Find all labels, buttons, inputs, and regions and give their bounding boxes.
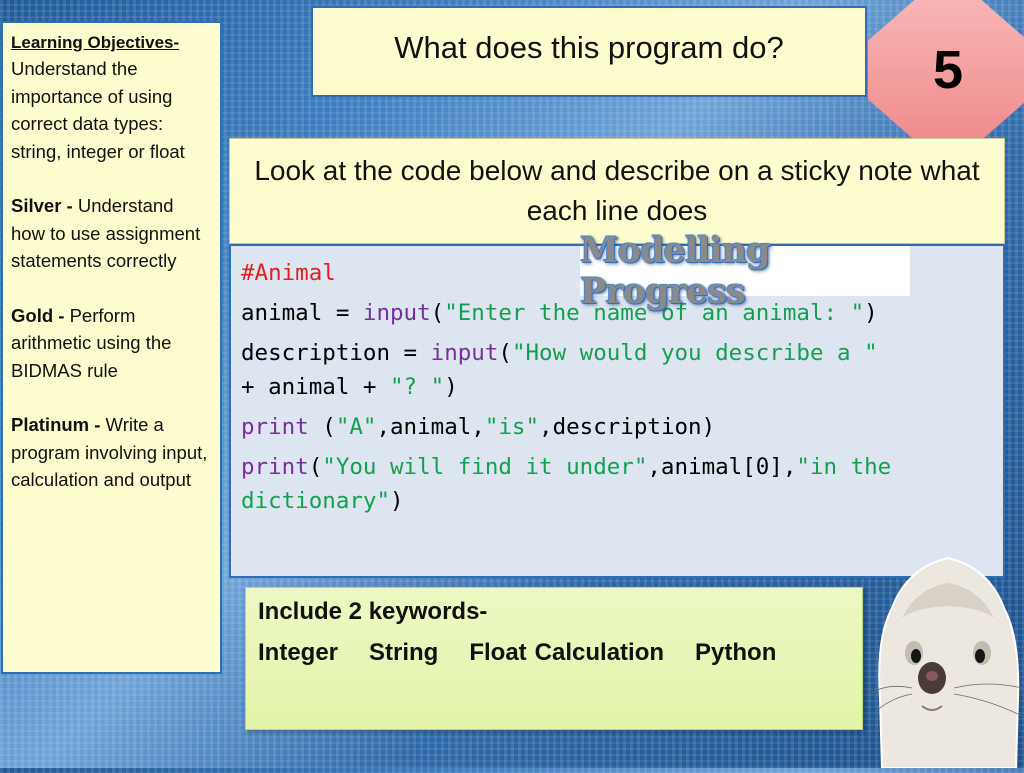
keywords-title: Include 2 keywords- xyxy=(258,598,488,625)
code-line: print ("A",animal,"is",description) xyxy=(241,410,993,444)
code-token: ( xyxy=(498,340,512,366)
code-token: ,animal, xyxy=(376,414,485,440)
objectives-intro: Understand the importance of using corre… xyxy=(11,58,185,162)
objective-silver: Silver - Understand how to use assignmen… xyxy=(11,192,212,275)
string-token: "You will find it under" xyxy=(322,454,648,480)
comment-token: #Animal xyxy=(241,260,336,286)
keywords-list: Integer String Float Calculation Python xyxy=(258,637,850,669)
learning-objectives-panel: Learning Objectives- Understand the impo… xyxy=(1,21,222,674)
ferret-image xyxy=(871,548,1024,769)
keyword: Python xyxy=(695,639,777,666)
keywords-box: Include 2 keywords- Integer String Float… xyxy=(245,587,863,730)
logo-text: Modelling Progress xyxy=(580,230,771,312)
objective-level: Platinum - xyxy=(11,414,101,435)
keyword: Calculation xyxy=(534,639,665,666)
code-line: description = input("How would you descr… xyxy=(241,336,993,404)
keyword: String xyxy=(369,639,439,666)
modelling-progress-logo: Modelling Progress xyxy=(580,230,910,312)
ferret-icon xyxy=(871,556,1023,769)
code-token: + animal + xyxy=(241,374,377,400)
slide-number: 5 xyxy=(932,40,964,100)
objective-platinum: Platinum - Write a program involving inp… xyxy=(11,411,212,494)
code-token: ) xyxy=(390,488,404,514)
code-token: ( xyxy=(308,454,323,480)
function-token: input xyxy=(362,300,431,326)
objectives-heading: Learning Objectives- xyxy=(11,33,180,52)
string-token: "? " xyxy=(390,374,445,400)
string-token: "is" xyxy=(484,414,540,440)
keyword: Float xyxy=(469,639,527,666)
objective-level: Gold - xyxy=(11,304,65,326)
code-token: ( xyxy=(430,300,445,326)
code-token: ,animal[0], xyxy=(647,454,797,480)
objective-gold: Gold - Perform arithmetic using the BIDM… xyxy=(11,302,212,385)
code-token: animal = xyxy=(241,300,363,326)
instruction-text: Look at the code below and describe on a… xyxy=(254,155,980,226)
code-token: ) xyxy=(444,374,458,400)
code-token: ( xyxy=(308,414,336,440)
instruction-box: Look at the code below and describe on a… xyxy=(229,138,1005,244)
keyword: Integer xyxy=(258,639,339,666)
slide-number-badge: 5 xyxy=(868,0,1024,140)
function-token: input xyxy=(430,340,499,366)
string-token: "A" xyxy=(335,414,377,440)
code-token: ,description) xyxy=(539,414,716,440)
string-token: "How would you describe a " xyxy=(511,340,878,366)
code-token: description = xyxy=(241,340,431,366)
code-line: print("You will find it under",animal[0]… xyxy=(241,450,993,518)
objective-level: Silver - xyxy=(11,195,73,216)
function-token: print xyxy=(241,454,309,480)
function-token: print xyxy=(241,414,309,440)
slide-title: What does this program do? xyxy=(311,6,867,97)
